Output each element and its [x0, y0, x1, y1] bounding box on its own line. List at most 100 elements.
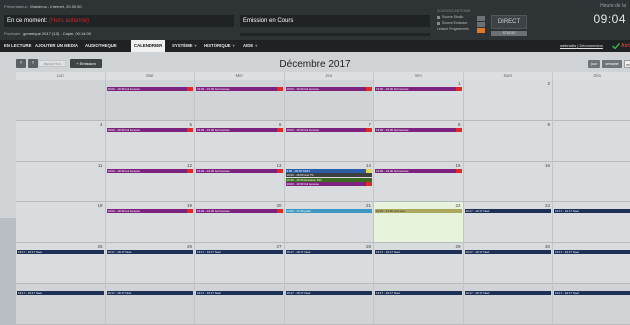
day-number: 21	[365, 203, 371, 209]
calendar-event[interactable]: 12:20 - 13:00 sam test	[375, 209, 462, 214]
next-month-button[interactable]: ›	[28, 59, 38, 68]
day-cell[interactable]: 18	[16, 202, 106, 244]
menu-systeme-label: SYSTÈME	[172, 43, 193, 48]
calendar-event[interactable]: 19:17 - 19:17 Noel	[285, 250, 372, 255]
calendar-event[interactable]: 19:00 - 19:30 bol lucense	[196, 127, 283, 132]
menu-ajouter-media[interactable]: AJOUTER UN MEDIA	[35, 40, 78, 52]
now-label: En ce moment	[7, 18, 46, 24]
day-cell[interactable]: 10	[553, 120, 630, 162]
calendar-event[interactable]: 19:17 - 19:17 Noel	[106, 291, 193, 295]
calendar-event[interactable]: 19:00 - 19:30 bol lucense	[196, 168, 283, 173]
calendar-event[interactable]: 19:00 - 19:30 bol lucense	[106, 209, 193, 214]
menu-aide-label: AIDE	[243, 43, 254, 48]
day-number: 27	[276, 244, 282, 250]
day-cell[interactable]: 11	[16, 161, 106, 203]
view-week-button[interactable]: semaine	[602, 60, 622, 68]
calendar-event[interactable]: 19:17 - 19:17 Noel	[196, 291, 283, 295]
calendar-event[interactable]: 16:00 - 16:00 test TS	[285, 173, 372, 178]
view-day-button[interactable]: jour	[588, 60, 600, 68]
calendar-event[interactable]: 19:17 - 19:17 Noel	[554, 209, 630, 214]
event-flag-icon	[187, 127, 193, 132]
weekday-header: Sam	[463, 72, 553, 80]
menu-audiotheque[interactable]: AUDIOTHEQUE	[85, 40, 117, 52]
side-panel	[0, 218, 16, 325]
programmed-toggle[interactable]	[477, 28, 485, 33]
calendar-event[interactable]: 19:17 - 19:17 Noel	[196, 250, 283, 255]
source-emission-checkbox[interactable]	[437, 21, 440, 25]
calendar-event[interactable]: 19:17 - 19:17 Noel	[375, 291, 462, 295]
calendar-event[interactable]: 19:17 - 19:17 Noel	[464, 209, 551, 214]
calendar-event[interactable]: 19:00 - 19:30 bol lucense	[375, 87, 462, 91]
calendar-event[interactable]: 19:17 - 19:17 Noel	[464, 291, 551, 295]
calendar-event[interactable]: 19:00 - 19:30 bol lucense	[285, 127, 372, 132]
calendar-event[interactable]: 9:00 - 09:00 TEST	[285, 168, 372, 173]
day-number: 15	[455, 162, 461, 168]
calendar-event[interactable]: 19:17 - 19:17 Noel	[554, 250, 630, 255]
day-cell[interactable]: 16	[463, 161, 553, 203]
calendar-event[interactable]: 19:00 - 19:30 bol lucense	[106, 127, 193, 132]
user-link[interactable]: webradio	[560, 43, 576, 48]
calendar-event[interactable]: 19:00 - 19:30 bol lucense	[196, 209, 283, 214]
studio-button[interactable]: STUDIO	[491, 31, 527, 36]
emission-toggle[interactable]	[477, 22, 485, 27]
day-number: 13	[276, 162, 282, 168]
direct-button[interactable]: DIRECT	[491, 15, 527, 29]
weekday-header: Lun	[16, 72, 106, 80]
event-flag-icon	[187, 87, 193, 91]
studio-toggle[interactable]	[477, 16, 485, 21]
chevron-down-icon: ▾	[232, 43, 235, 48]
now-value: (Hors antenne)	[49, 18, 90, 24]
add-emission-button[interactable]: + Emission	[70, 59, 102, 68]
calendar-event[interactable]: 19:00 - 19:30 bol lucense	[375, 127, 462, 132]
day-cell[interactable]: 4	[16, 120, 106, 162]
day-number: 30	[544, 244, 550, 250]
today-button[interactable]: aujourd'hui	[38, 60, 66, 67]
on-air-label: Airti	[621, 43, 630, 49]
calendar-event[interactable]: 19:00 - 19:30 bol lucense	[285, 87, 372, 91]
calendar-event[interactable]: 19:17 - 19:17 Noel	[285, 291, 372, 295]
event-flag-icon	[455, 87, 462, 91]
menu-systeme[interactable]: SYSTÈME ▾	[172, 40, 197, 52]
view-month-button[interactable]: mois	[624, 60, 630, 68]
producer-label-text: Présentateur	[4, 4, 27, 9]
event-flag-icon	[455, 168, 462, 173]
calendar-event[interactable]: 14:00 - 17:00 puub	[285, 209, 372, 214]
day-cell[interactable]: 2	[463, 80, 553, 121]
day-number: 19	[186, 203, 192, 209]
calendar-event[interactable]: 19:00 - 19:30 bol lucense	[375, 168, 462, 173]
day-cell[interactable]: 17	[553, 161, 630, 203]
prev-month-button[interactable]: ‹	[16, 59, 26, 68]
calendar-event[interactable]: 19:17 - 19:17 Noel	[106, 250, 193, 255]
source-studio-checkbox[interactable]	[437, 15, 440, 19]
chevron-left-icon: ‹	[20, 60, 22, 66]
user-links: webradio | Déconnexion	[560, 43, 603, 48]
month-grid: LunMarMerJeuVenSamDim1234567891011121314…	[16, 72, 630, 325]
event-flag-icon	[455, 127, 462, 132]
weekday-header: Dim	[553, 72, 630, 80]
calendar-event[interactable]: 19:17 - 19:17 Noel	[375, 250, 462, 255]
weekday-header: Jeu	[284, 72, 374, 80]
calendar-event[interactable]: 19:17 - 19:17 Noel	[554, 291, 630, 295]
day-number: 11	[97, 162, 103, 168]
day-cell[interactable]: 9	[463, 120, 553, 162]
day-cell[interactable]: 3	[553, 80, 630, 121]
logout-link[interactable]: Déconnexion	[580, 43, 603, 48]
next-value: generique 2017 (13) - Copie, 00:14:00	[23, 31, 91, 36]
calendar-event[interactable]: 16:30 - 16:30 Emission Dim	[285, 177, 372, 182]
menu-historique[interactable]: HISTORIQUE ▾	[204, 40, 235, 52]
menu-calendrier[interactable]: CALENDRIER	[131, 40, 166, 52]
calendar-event[interactable]: 19:00 - 19:30 bol lucense	[106, 87, 193, 91]
event-flag-icon	[366, 182, 372, 187]
calendar-event[interactable]: 19:17 - 19:17 Noel	[17, 250, 104, 255]
next-label: Prochain	[4, 31, 20, 36]
calendar-event[interactable]: 19:17 - 19:17 Noel	[464, 250, 551, 255]
day-number: 20	[276, 203, 282, 209]
menu-aide[interactable]: AIDE ▾	[243, 40, 257, 52]
calendar-event[interactable]: 19:17 - 19:17 Noel	[17, 291, 104, 295]
calendar-event[interactable]: 19:00 - 19:30 bol lucense	[106, 168, 193, 173]
day-cell[interactable]	[16, 80, 106, 121]
source-studio-label: Source Studio	[442, 15, 464, 19]
calendar-event[interactable]: 19:00 - 19:30 bol lucense	[196, 87, 283, 91]
menu-en-lecture[interactable]: EN LECTURE	[4, 40, 31, 52]
calendar-event[interactable]: 19:00 - 19:30 bol lucense	[285, 182, 372, 187]
